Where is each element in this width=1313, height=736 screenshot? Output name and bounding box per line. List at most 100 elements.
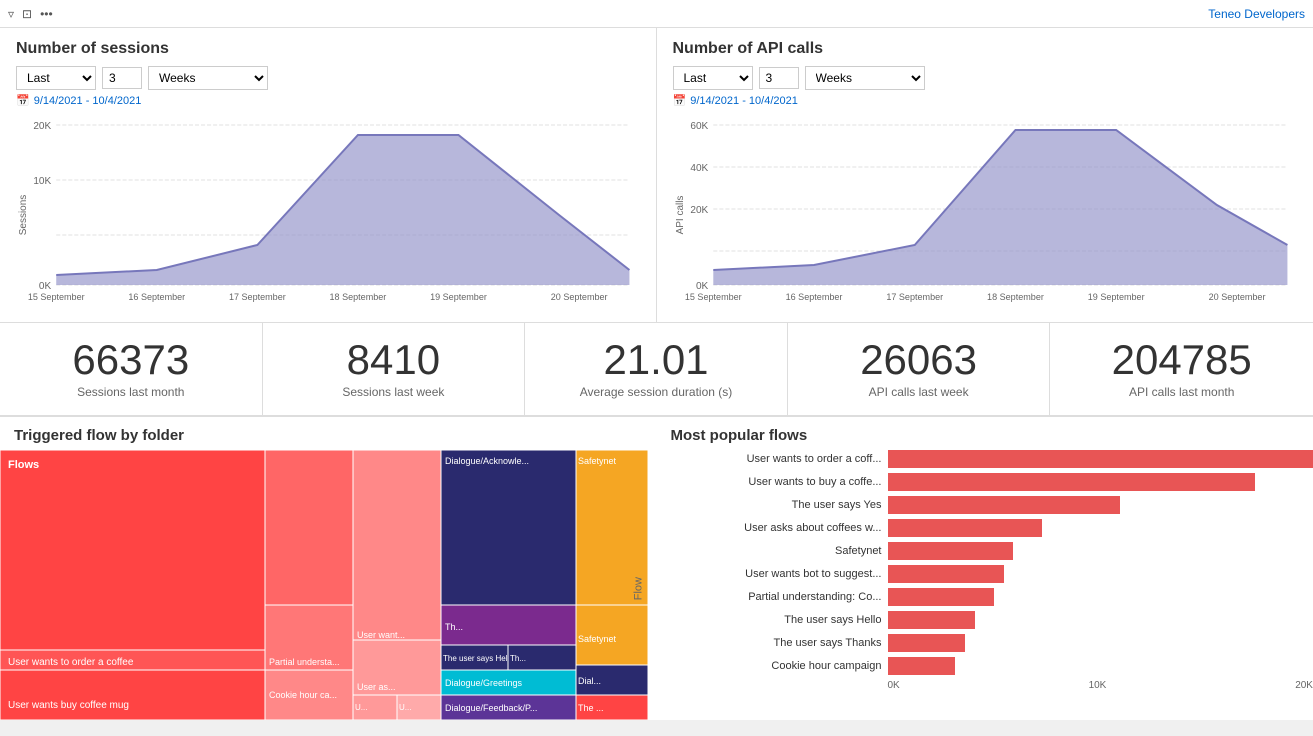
svg-text:Partial understa...: Partial understa... xyxy=(269,657,340,667)
bar-fill xyxy=(888,450,1313,468)
svg-text:17 September: 17 September xyxy=(886,292,943,302)
bar-row: User wants to buy a coffe... xyxy=(697,473,1313,491)
bar-track xyxy=(888,473,1313,491)
svg-text:16 September: 16 September xyxy=(128,292,185,302)
api-period-num[interactable] xyxy=(759,67,799,89)
bar-track xyxy=(888,496,1313,514)
sessions-period-select[interactable]: Last xyxy=(16,66,96,90)
api-chart-area: 60K 40K 20K 0K API calls 15 September 16… xyxy=(673,115,1298,310)
stat-avg-duration-value: 21.01 xyxy=(537,339,775,381)
svg-text:20 September: 20 September xyxy=(551,292,608,302)
svg-text:Flows: Flows xyxy=(8,459,39,471)
bar-fill xyxy=(888,588,994,606)
sessions-date-range: 📅 9/14/2021 - 10/4/2021 xyxy=(16,94,640,107)
popular-flows-panel: Most popular flows Flow User wants to or… xyxy=(657,417,1313,720)
stat-avg-duration: 21.01 Average session duration (s) xyxy=(525,323,788,415)
bar-label: User asks about coffees w... xyxy=(697,522,882,534)
svg-text:0K: 0K xyxy=(695,281,708,292)
svg-text:Safetynet: Safetynet xyxy=(578,634,617,644)
bar-row: User wants bot to suggest... xyxy=(697,565,1313,583)
api-period-select[interactable]: Last xyxy=(673,66,753,90)
bar-track xyxy=(888,450,1313,468)
bar-label: User wants to buy a coffe... xyxy=(697,476,882,488)
api-date-range: 📅 9/14/2021 - 10/4/2021 xyxy=(673,94,1298,107)
sessions-svg: 20K 10K 0K Sessions 15 September 16 Sept… xyxy=(16,115,640,310)
bar-track xyxy=(888,657,1313,675)
stat-api-week: 26063 API calls last week xyxy=(788,323,1051,415)
filter-icon[interactable]: ▿ xyxy=(8,7,14,21)
treemap-title: Triggered flow by folder xyxy=(0,417,657,450)
bar-fill xyxy=(888,519,1043,537)
svg-text:The ...: The ... xyxy=(578,703,604,713)
svg-text:20K: 20K xyxy=(690,205,708,216)
x-axis-0k: 0K xyxy=(888,680,900,691)
api-unit-select[interactable]: Weeks xyxy=(805,66,925,90)
svg-text:API calls: API calls xyxy=(675,196,686,235)
x-axis: 0K 10K 20K xyxy=(697,680,1313,691)
bar-fill xyxy=(888,542,1014,560)
bar-fill xyxy=(888,473,1255,491)
svg-text:16 September: 16 September xyxy=(785,292,842,302)
svg-text:Dialogue/Acknowle...: Dialogue/Acknowle... xyxy=(445,456,529,466)
sessions-chart-title: Number of sessions xyxy=(16,40,640,58)
sessions-chart-controls: Last Weeks xyxy=(16,66,640,90)
svg-text:User as...: User as... xyxy=(357,682,396,692)
bar-chart-area: User wants to order a coff... User wants … xyxy=(697,450,1313,675)
more-icon[interactable]: ••• xyxy=(40,7,53,21)
bar-track xyxy=(888,542,1313,560)
stat-api-week-value: 26063 xyxy=(800,339,1038,381)
bar-row: The user says Thanks xyxy=(697,634,1313,652)
stat-api-week-label: API calls last week xyxy=(800,385,1038,399)
bar-label: Cookie hour campaign xyxy=(697,660,882,672)
svg-text:User wants to order a coffee: User wants to order a coffee xyxy=(8,657,134,668)
bar-row: Safetynet xyxy=(697,542,1313,560)
bar-row: Partial understanding: Co... xyxy=(697,588,1313,606)
bar-track xyxy=(888,611,1313,629)
bottom-row: Triggered flow by folder Flows User want… xyxy=(0,417,1313,720)
svg-text:18 September: 18 September xyxy=(987,292,1044,302)
bar-track xyxy=(888,634,1313,652)
bar-label: User wants bot to suggest... xyxy=(697,568,882,580)
svg-text:15 September: 15 September xyxy=(684,292,741,302)
bar-row: The user says Yes xyxy=(697,496,1313,514)
stat-api-month-value: 204785 xyxy=(1062,339,1301,381)
bar-track xyxy=(888,519,1313,537)
bar-fill xyxy=(888,565,1004,583)
svg-text:Sessions: Sessions xyxy=(18,195,29,236)
bar-label: User wants to order a coff... xyxy=(697,453,882,465)
svg-text:20K: 20K xyxy=(33,121,51,132)
bar-label: The user says Yes xyxy=(697,499,882,511)
sessions-chart-area: 20K 10K 0K Sessions 15 September 16 Sept… xyxy=(16,115,640,310)
bar-label: Safetynet xyxy=(697,545,882,557)
svg-text:19 September: 19 September xyxy=(430,292,487,302)
treemap-svg: Flows User wants to order a coffee User … xyxy=(0,450,648,720)
sessions-period-num[interactable] xyxy=(102,67,142,89)
charts-row: Number of sessions Last Weeks 📅 9/14/202… xyxy=(0,28,1313,323)
bar-label: Partial understanding: Co... xyxy=(697,591,882,603)
svg-text:User wants buy coffee mug: User wants buy coffee mug xyxy=(8,700,129,711)
stat-sessions-week-label: Sessions last week xyxy=(275,385,513,399)
api-chart-panel: Number of API calls Last Weeks 📅 9/14/20… xyxy=(657,28,1313,322)
svg-text:U...: U... xyxy=(355,703,367,712)
bar-label: The user says Hello xyxy=(697,614,882,626)
svg-text:The user says Hel...: The user says Hel... xyxy=(443,654,514,663)
bar-fill xyxy=(888,634,965,652)
svg-text:U...: U... xyxy=(399,703,411,712)
svg-text:19 September: 19 September xyxy=(1087,292,1144,302)
stat-api-month: 204785 API calls last month xyxy=(1050,323,1313,415)
teneo-developers-link[interactable]: Teneo Developers xyxy=(1208,7,1305,21)
top-bar: ▿ ⊡ ••• Teneo Developers xyxy=(0,0,1313,28)
popular-flows-title: Most popular flows xyxy=(657,417,1313,450)
bar-track xyxy=(888,588,1313,606)
svg-text:Dial...: Dial... xyxy=(578,676,601,686)
bar-fill xyxy=(888,657,956,675)
svg-text:Cookie hour ca...: Cookie hour ca... xyxy=(269,690,337,700)
sessions-unit-select[interactable]: Weeks xyxy=(148,66,268,90)
popular-flows-chart: Flow User wants to order a coff...User w… xyxy=(657,450,1313,691)
bar-fill xyxy=(888,611,975,629)
expand-icon[interactable]: ⊡ xyxy=(22,7,32,21)
svg-text:0K: 0K xyxy=(39,281,52,292)
stats-row: 66373 Sessions last month 8410 Sessions … xyxy=(0,323,1313,417)
api-chart-title: Number of API calls xyxy=(673,40,1298,58)
svg-text:20 September: 20 September xyxy=(1208,292,1265,302)
